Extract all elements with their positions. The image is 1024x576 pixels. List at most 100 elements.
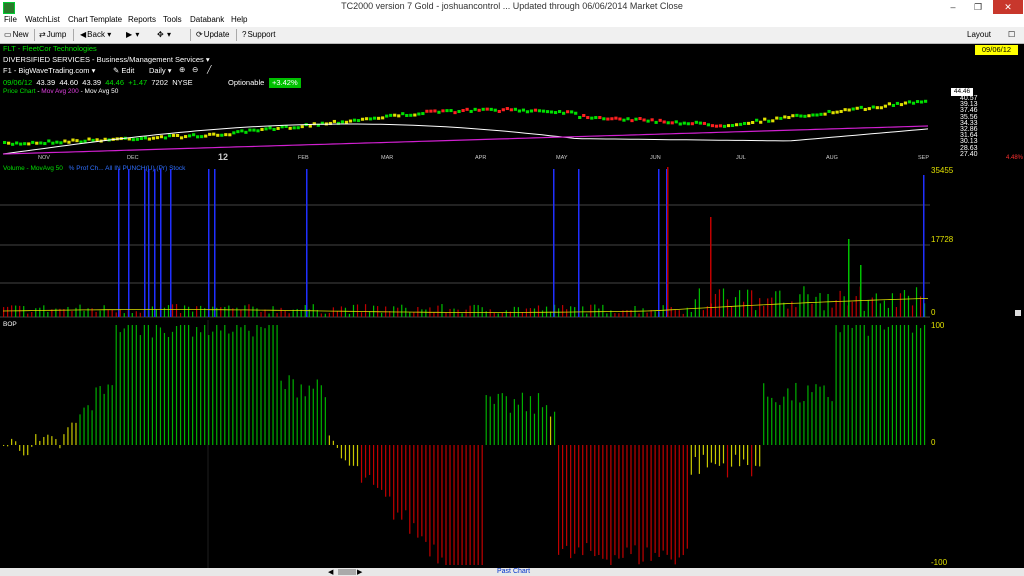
bop-bar — [19, 445, 21, 451]
bop-bar — [767, 396, 769, 445]
bop-bar — [304, 396, 306, 445]
volume-bar — [594, 304, 596, 317]
bop-bar — [690, 445, 692, 475]
layout-button[interactable]: Layout — [965, 29, 993, 41]
bop-bar — [175, 326, 178, 445]
bop-bar — [598, 445, 600, 556]
price-candle — [674, 120, 678, 124]
volume-bar — [71, 311, 73, 317]
back-button[interactable]: ◀Back ▾ — [78, 29, 113, 41]
volume-bar — [747, 289, 749, 317]
menu-databank[interactable]: Databank — [190, 15, 224, 24]
sector-line[interactable]: DIVERSIFIED SERVICES - Business/Manageme… — [3, 55, 210, 64]
volume-bar — [457, 309, 459, 317]
bop-bar — [340, 445, 343, 459]
quote-date: 09/06/12 — [3, 78, 33, 87]
price-candle — [775, 116, 779, 120]
bop-bar — [638, 445, 640, 565]
bop-bar — [457, 445, 459, 565]
zoom-in-icon[interactable]: ⊕ — [179, 65, 185, 74]
zoom-out-icon[interactable]: ⊖ — [192, 65, 198, 74]
panel-resize-handle[interactable] — [1015, 310, 1021, 316]
volume-bar — [425, 309, 427, 317]
volume-bar — [815, 296, 817, 317]
price-candle — [272, 127, 276, 131]
price-candle — [360, 117, 365, 121]
volume-bar — [35, 308, 37, 317]
bop-bar — [135, 325, 137, 445]
price-chart[interactable] — [0, 96, 940, 160]
chevron-down-icon: ▾ — [107, 30, 112, 39]
edit-button[interactable]: ✎ Edit — [113, 66, 134, 75]
scroll-left-icon[interactable]: ◀ — [328, 568, 333, 576]
price-candle — [192, 133, 196, 137]
volume-bar — [155, 309, 158, 317]
menu-tools[interactable]: Tools — [163, 15, 182, 24]
volume-bar — [710, 217, 712, 317]
volume-bar — [662, 305, 664, 317]
pct-change-badge: +3.42% — [269, 78, 301, 88]
volume-chart[interactable] — [0, 165, 940, 318]
support-button[interactable]: ?Support — [240, 29, 277, 41]
bop-bar — [316, 379, 318, 445]
price-candle — [650, 118, 654, 122]
menu-watchlist[interactable]: WatchList — [25, 15, 60, 24]
scroll-right-icon[interactable]: ▶ — [357, 568, 362, 576]
price-candle — [260, 127, 264, 131]
bop-bar — [803, 401, 805, 445]
menu-help[interactable]: Help — [231, 15, 247, 24]
layout-selector[interactable]: F1 - BigWaveTrading.com ▾ — [3, 66, 95, 75]
price-candle — [131, 138, 135, 142]
bop-bar — [658, 445, 660, 557]
volume-bar — [493, 312, 495, 317]
jump-button[interactable]: ⇄Jump — [37, 29, 68, 41]
layout-options-icon[interactable]: ☐ — [1006, 29, 1017, 41]
scrollbar-thumb[interactable] — [338, 569, 356, 575]
volume-bar — [256, 308, 258, 317]
price-candle — [35, 141, 39, 145]
volume-bar — [320, 313, 322, 317]
volume-bar — [698, 288, 700, 317]
price-candle — [167, 134, 172, 138]
move-button[interactable]: ✥ ▾ — [155, 29, 173, 41]
period-selector[interactable]: Daily ▾ — [149, 66, 172, 75]
price-candle — [799, 114, 803, 118]
volume-bar — [280, 307, 282, 317]
volume-bar — [220, 307, 222, 317]
bop-bar — [566, 445, 568, 546]
volume-bar — [537, 305, 540, 317]
volume-bar — [618, 313, 620, 317]
volume-bar — [328, 312, 330, 317]
price-candle — [570, 110, 574, 114]
bop-bar — [200, 332, 202, 445]
bop-bar — [525, 411, 528, 445]
volume-spike — [144, 169, 146, 317]
menu-chart-template[interactable]: Chart Template — [68, 15, 122, 24]
minimize-button[interactable]: – — [941, 0, 965, 14]
price-candle — [15, 141, 19, 145]
close-button[interactable]: ✕ — [993, 0, 1023, 14]
bop-bar — [87, 405, 89, 445]
bop-bar — [646, 445, 648, 548]
bop-bar — [626, 445, 628, 548]
draw-tool-icon[interactable]: ╱ — [207, 65, 212, 74]
maximize-button[interactable]: ❐ — [966, 0, 990, 14]
bop-bar — [324, 397, 326, 445]
bop-bar — [710, 445, 713, 463]
volume-bar — [755, 310, 757, 317]
forward-button[interactable]: ▶ ▾ — [124, 29, 141, 41]
price-candle — [525, 110, 530, 114]
menu-file[interactable]: File — [4, 15, 17, 24]
update-button[interactable]: ⟳Update — [194, 29, 232, 41]
past-chart-link[interactable]: Past Chart — [497, 568, 530, 575]
volume-bar — [562, 305, 564, 317]
volume-bar — [690, 311, 692, 317]
bop-bar — [513, 399, 515, 445]
new-button[interactable]: ▭New — [2, 29, 31, 41]
price-candle — [638, 117, 642, 121]
menu-reports[interactable]: Reports — [128, 15, 156, 24]
price-legend: Price Chart - Mov Avg 200 - Mov Avg 50 — [3, 88, 119, 95]
bop-bar — [268, 325, 270, 445]
bop-chart[interactable] — [0, 320, 940, 568]
price-candle — [155, 136, 160, 140]
